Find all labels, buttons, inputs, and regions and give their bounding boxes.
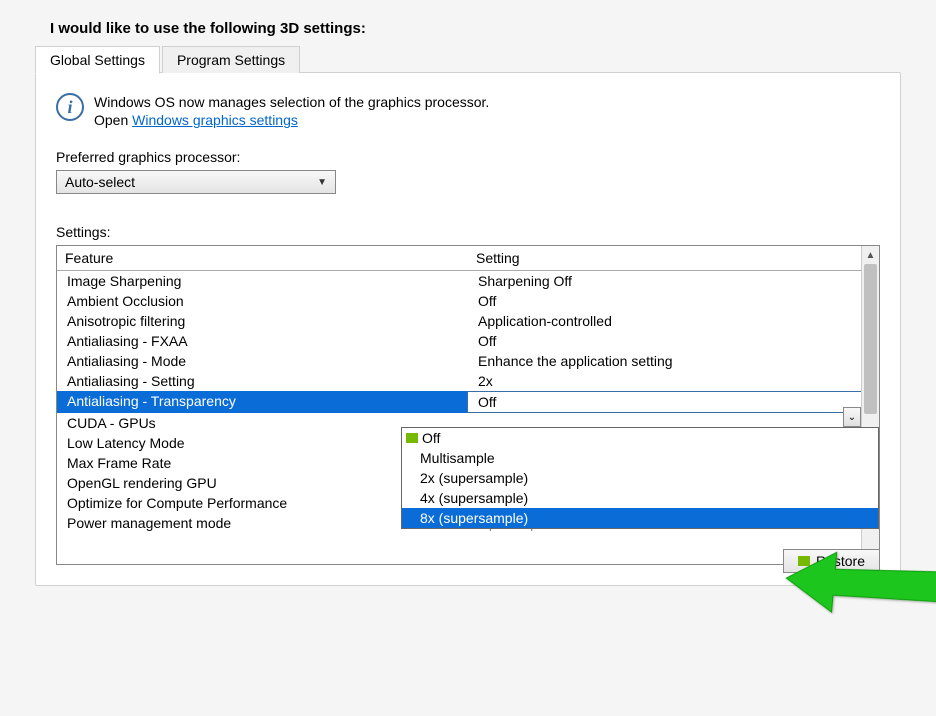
settings-panel: Global Settings Program Settings i Windo… (35, 72, 901, 586)
table-row[interactable]: Antialiasing - Setting2x (57, 371, 879, 391)
chevron-down-icon: ▼ (317, 177, 327, 188)
windows-graphics-settings-link[interactable]: Windows graphics settings (132, 112, 298, 128)
transparency-dropdown-list: Off Multisample 2x (supersample) 4x (sup… (401, 427, 879, 529)
info-line2: Open Windows graphics settings (94, 111, 489, 129)
column-setting: Setting (468, 246, 879, 270)
tab-global-settings[interactable]: Global Settings (35, 46, 160, 74)
table-row[interactable]: Anisotropic filteringApplication-control… (57, 311, 879, 331)
table-row[interactable]: Antialiasing - ModeEnhance the applicati… (57, 351, 879, 371)
settings-table: Feature Setting Image SharpeningSharpeni… (56, 245, 880, 565)
table-header: Feature Setting (57, 246, 879, 271)
page-title: I would like to use the following 3D set… (50, 20, 911, 37)
chevron-down-icon: ⌄ (848, 412, 856, 423)
info-text: Windows OS now manages selection of the … (94, 93, 489, 129)
dropdown-option-4x[interactable]: 4x (supersample) (402, 488, 878, 508)
restore-button[interactable]: Restore (783, 549, 880, 573)
dropdown-option-8x[interactable]: 8x (supersample) (402, 508, 878, 528)
column-feature: Feature (57, 246, 468, 270)
scroll-thumb[interactable] (864, 264, 877, 414)
info-line1: Windows OS now manages selection of the … (94, 93, 489, 111)
table-row[interactable]: Ambient OcclusionOff (57, 291, 879, 311)
nvidia-icon (406, 433, 418, 443)
preferred-processor-value: Auto-select (65, 174, 135, 190)
preferred-processor-label: Preferred graphics processor: (56, 149, 880, 165)
table-row[interactable]: Antialiasing - FXAAOff (57, 331, 879, 351)
dropdown-option-multisample[interactable]: Multisample (402, 448, 878, 468)
settings-label: Settings: (56, 224, 880, 240)
table-row[interactable]: Image SharpeningSharpening Off (57, 271, 879, 291)
tab-program-settings[interactable]: Program Settings (162, 46, 300, 73)
info-row: i Windows OS now manages selection of th… (56, 93, 880, 129)
restore-button-label: Restore (816, 553, 865, 569)
dropdown-option-off[interactable]: Off (402, 428, 878, 448)
nvidia-icon (798, 556, 810, 566)
table-row-selected[interactable]: Antialiasing - TransparencyOff (57, 391, 879, 413)
tabs: Global Settings Program Settings (35, 46, 302, 73)
preferred-processor-dropdown[interactable]: Auto-select ▼ (56, 170, 336, 194)
scroll-up-icon[interactable]: ▲ (862, 246, 879, 264)
info-icon: i (56, 93, 84, 121)
setting-dropdown-toggle[interactable]: ⌄ (843, 407, 861, 427)
dropdown-option-2x[interactable]: 2x (supersample) (402, 468, 878, 488)
